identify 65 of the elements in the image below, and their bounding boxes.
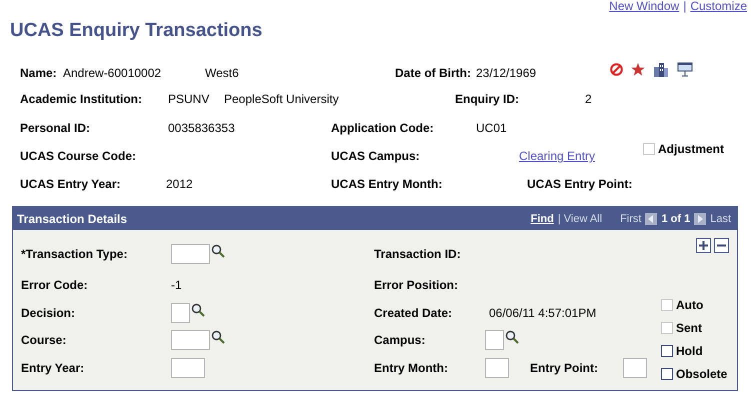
input-field[interactable] [485,358,509,378]
star-icon[interactable] [631,63,645,76]
no-entry-icon[interactable] [610,63,623,76]
field-label: Date of Birth: [395,66,472,80]
search-icon[interactable] [191,302,205,317]
field-label: Application Code: [331,121,435,135]
field-value: UC01 [476,121,508,135]
field-label: Enquiry ID: [455,92,520,106]
search-icon[interactable] [505,330,519,344]
field-value: -1 [171,278,183,292]
input-field[interactable] [171,302,190,323]
field-label: UCAS Entry Year: [20,177,122,191]
plus-icon [699,241,708,250]
page-count: 1 of 1 [661,212,690,224]
field-value: PSUNV [168,92,210,106]
field-label: Decision: [21,306,76,320]
field-value: 2012 [166,177,194,191]
field-value: 06/06/11 4:57:01PM [489,306,598,320]
field-label: UCAS Course Code: [20,149,138,163]
field-label: Created Date: [374,306,454,320]
field-value: PeopleSoft University [224,92,340,106]
header-link[interactable]: Customize [690,0,747,12]
field-label: Entry Year: [21,361,86,376]
add-row-button[interactable] [696,238,711,253]
field-label: Personal ID: [20,121,92,135]
previous-icon[interactable] [645,212,658,224]
last-label: Last [710,212,731,224]
field-label: Campus: [374,333,426,348]
field-label: UCAS Entry Month: [331,177,444,191]
first-label: First [620,212,642,224]
field-value: 0035836353 [168,121,236,135]
building-icon[interactable] [653,62,669,77]
delete-row-button[interactable] [714,238,729,253]
field-label: Entry Point: [530,361,599,376]
input-field[interactable] [171,244,210,264]
field-value: West6 [205,66,240,80]
panel-title: Transaction Details [17,212,128,226]
search-icon[interactable] [211,244,225,258]
find-link[interactable]: Find [530,212,554,224]
input-field[interactable] [623,358,647,378]
field-label: Course: [21,333,68,348]
field-value: 2 [585,92,593,106]
field-value: Andrew-60010002 [63,66,162,80]
checkbox[interactable]: Hold [661,344,703,358]
field-label: Academic Institution: [20,92,144,106]
page-title: UCAS Enquiry Transactions [10,20,264,43]
field-label: Error Position: [374,278,460,292]
next-icon[interactable] [694,212,706,224]
field-label: *Transaction Type: [21,247,128,262]
search-icon[interactable] [211,330,225,344]
input-field[interactable] [171,330,210,350]
field-label: Transaction ID: [374,247,462,262]
input-field[interactable] [485,330,504,350]
header-link[interactable]: New Window [609,0,680,12]
presentation-board-icon[interactable] [677,62,693,77]
link-separator: | [683,0,686,12]
field-label: UCAS Campus: [331,149,421,163]
field-label: UCAS Entry Point: [527,177,634,191]
field-value: 23/12/1969 [476,66,538,80]
input-field[interactable] [171,358,205,378]
field-label: Name: [20,66,58,80]
clearing-entry-link[interactable]: Clearing Entry [519,149,596,163]
checkbox[interactable]: Obsolete [661,367,728,381]
field-label: Error Code: [21,278,89,292]
field-label: Entry Month: [374,361,449,376]
